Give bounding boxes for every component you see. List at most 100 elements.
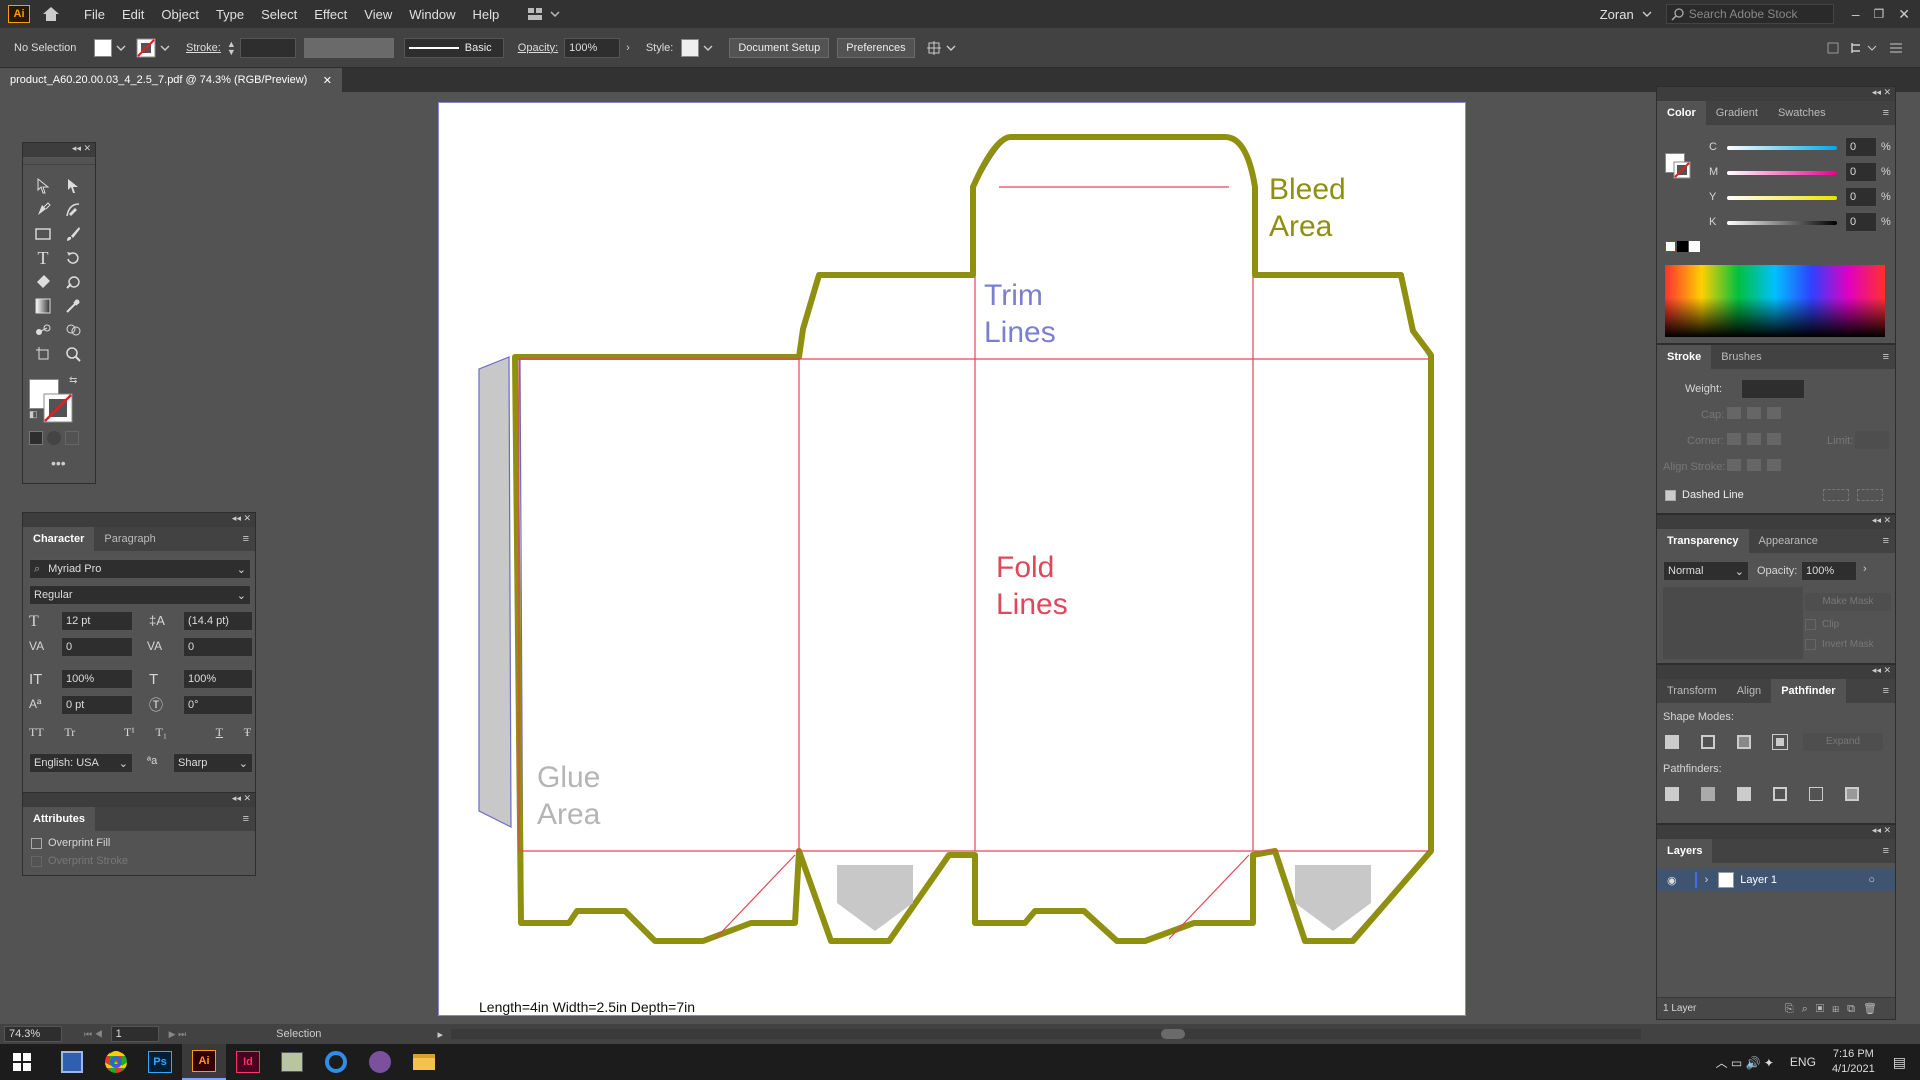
blend-mode-field[interactable]: Normal ⌄ <box>1663 561 1749 581</box>
close-window-button[interactable]: ✕ <box>1898 6 1910 23</box>
indesign-icon[interactable]: Id <box>226 1044 270 1080</box>
channel-m-field[interactable]: 0 <box>1845 162 1877 182</box>
tab-swatches[interactable]: Swatches <box>1768 107 1836 119</box>
artboard-tool-icon[interactable] <box>33 344 53 364</box>
tab-transform[interactable]: Transform <box>1657 685 1727 697</box>
chevron-down-icon[interactable]: ⌄ <box>119 757 128 770</box>
layer-row[interactable]: ◉ › Layer 1 ○ <box>1657 869 1895 891</box>
font-family-field[interactable]: ⌕ Myriad Pro ⌄ <box>29 559 251 579</box>
user-name[interactable]: Zoran <box>1600 7 1634 22</box>
menu-view[interactable]: View <box>364 7 392 22</box>
chevron-right-icon[interactable]: › <box>1863 563 1867 575</box>
curvature-tool-icon[interactable] <box>63 200 83 220</box>
kerning-field[interactable]: 0 <box>61 637 133 657</box>
stroke-weight-field[interactable] <box>239 37 296 58</box>
character-rotation-field[interactable]: 0° <box>183 695 253 715</box>
font-style-field[interactable]: Regular ⌄ <box>29 585 251 605</box>
panel-menu-icon[interactable]: ≡ <box>1883 107 1889 119</box>
dashed-line-row[interactable]: Dashed Line <box>1665 489 1744 501</box>
status-menu-icon[interactable]: ▸ <box>437 1028 443 1041</box>
restore-button[interactable]: ❐ <box>1874 7 1885 21</box>
warp-tool-icon[interactable] <box>63 272 83 292</box>
none-mode-icon[interactable] <box>65 431 79 445</box>
panel-menu-icon[interactable]: ≡ <box>1883 351 1889 363</box>
menu-window[interactable]: Window <box>409 7 455 22</box>
page-field[interactable]: 1 <box>110 1026 159 1042</box>
menu-file[interactable]: File <box>84 7 105 22</box>
overprint-fill-checkbox[interactable] <box>31 837 42 849</box>
horizontal-scrollbar[interactable] <box>450 1029 1641 1039</box>
minimize-button[interactable]: – <box>1852 6 1860 22</box>
stock-search[interactable]: Search Adobe Stock <box>1665 4 1834 24</box>
photoshop-icon[interactable]: Ps <box>138 1044 182 1080</box>
pen-tool-icon[interactable] <box>33 200 53 220</box>
zoom-tool-icon[interactable] <box>63 344 83 364</box>
panel-menu-icon[interactable]: ≡ <box>243 813 249 825</box>
minus-front-icon[interactable] <box>1701 735 1715 749</box>
default-colors-icon[interactable]: ◧ <box>29 409 38 420</box>
unite-icon[interactable] <box>1665 735 1679 749</box>
channel-y-field[interactable]: 0 <box>1845 187 1877 207</box>
color-mode-icon[interactable] <box>29 431 43 445</box>
tab-pathfinder[interactable]: Pathfinder <box>1771 679 1846 703</box>
opacity-label[interactable]: Opacity: <box>518 42 558 54</box>
file-explorer-icon[interactable] <box>402 1044 446 1080</box>
direct-selection-tool-icon[interactable] <box>63 176 83 196</box>
none-swatch[interactable] <box>1665 241 1676 252</box>
chrome-icon[interactable] <box>94 1044 138 1080</box>
recycle-app-icon[interactable] <box>314 1044 358 1080</box>
color-stroke-proxy[interactable] <box>1673 161 1691 179</box>
tab-layers[interactable]: Layers <box>1657 839 1713 863</box>
merge-icon[interactable] <box>1737 787 1751 801</box>
artboard[interactable]: Bleed Area Trim Lines Fold Lines Glue Ar… <box>438 102 1466 1016</box>
layer-name[interactable]: Layer 1 <box>1740 874 1777 886</box>
attributes-panel-header[interactable]: ◂◂ ✕ <box>23 793 255 807</box>
chevron-right-icon[interactable]: › <box>1705 874 1709 886</box>
small-caps-button[interactable]: Tr <box>64 725 75 740</box>
leading-field[interactable]: (14.4 pt) <box>183 611 253 631</box>
chevron-down-icon[interactable] <box>116 44 126 52</box>
blend-tool-icon[interactable] <box>33 320 53 340</box>
pathfinder-panel-header[interactable]: ◂◂ ✕ <box>1657 665 1895 679</box>
channel-c-slider[interactable] <box>1727 146 1837 150</box>
language-field[interactable]: English: USA ⌄ <box>29 753 133 773</box>
document-setup-button[interactable]: Document Setup <box>729 37 830 58</box>
target-circle-icon[interactable]: ○ <box>1868 874 1875 886</box>
preferences-button[interactable]: Preferences <box>837 37 915 58</box>
tab-stroke[interactable]: Stroke <box>1657 345 1712 369</box>
rotate-tool-icon[interactable] <box>63 248 83 268</box>
shape-builder-tool-icon[interactable] <box>63 320 83 340</box>
layers-panel-header[interactable]: ◂◂ ✕ <box>1657 825 1895 839</box>
eyedropper-tool-icon[interactable] <box>63 296 83 316</box>
chevron-down-icon[interactable]: ⌄ <box>237 589 246 602</box>
home-icon[interactable] <box>42 6 60 22</box>
arrange-documents-icon[interactable] <box>926 40 957 56</box>
stroke-label[interactable]: Stroke: <box>186 42 221 54</box>
menu-effect[interactable]: Effect <box>314 7 347 22</box>
menu-help[interactable]: Help <box>472 7 499 22</box>
channel-k-slider[interactable] <box>1727 221 1837 225</box>
tab-paragraph[interactable]: Paragraph <box>94 533 165 545</box>
tab-character[interactable]: Character <box>23 527 95 551</box>
white-swatch[interactable] <box>1689 241 1700 252</box>
brush-definition[interactable]: Basic <box>403 37 504 58</box>
save-app-icon[interactable] <box>50 1044 94 1080</box>
chevron-down-icon[interactable] <box>703 44 713 52</box>
outline-icon[interactable] <box>1809 787 1823 801</box>
layer-action-icons[interactable]: ⎘⌕▣⊞⧉🗑 <box>1785 1002 1885 1016</box>
type-tool-icon[interactable]: T <box>33 248 53 268</box>
notifications-icon[interactable]: ▤ <box>1893 1054 1906 1071</box>
tracking-field[interactable]: 0 <box>183 637 253 657</box>
vertical-scale-field[interactable]: 100% <box>61 669 133 689</box>
all-caps-button[interactable]: TT <box>29 725 44 740</box>
trim-icon[interactable] <box>1701 787 1715 801</box>
divide-icon[interactable] <box>1665 787 1679 801</box>
channel-y-slider[interactable] <box>1727 196 1837 200</box>
chevron-down-icon[interactable] <box>160 44 170 52</box>
transparency-panel-header[interactable]: ◂◂ ✕ <box>1657 515 1895 529</box>
tab-brushes[interactable]: Brushes <box>1711 351 1771 363</box>
color-panel-header[interactable]: ◂◂ ✕ <box>1657 87 1895 101</box>
panel-options-icon[interactable] <box>1826 41 1906 55</box>
input-language[interactable]: ENG <box>1790 1055 1816 1069</box>
color-spectrum[interactable] <box>1665 265 1885 337</box>
